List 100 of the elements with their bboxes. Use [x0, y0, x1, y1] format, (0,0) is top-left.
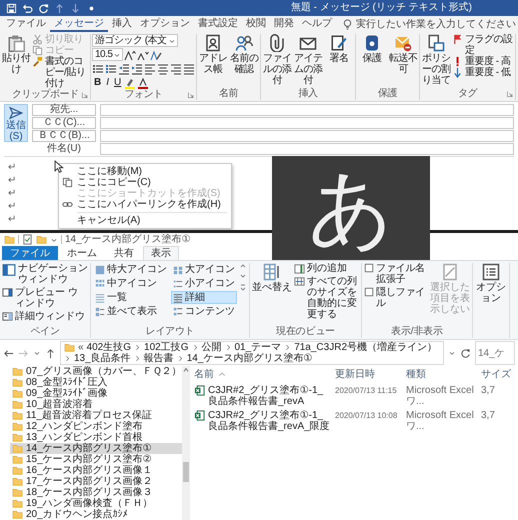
layout-option[interactable]: コンテンツ — [171, 305, 237, 318]
options-button[interactable]: オプション — [475, 263, 507, 304]
breadcrumb[interactable]: 402生技G — [86, 342, 132, 353]
up-arrow-icon[interactable] — [54, 2, 65, 14]
recipient-button[interactable]: ＢＣＣ(B)... — [32, 130, 96, 142]
ribbon-button[interactable]: 詳細ウィンドウ — [2, 311, 88, 322]
folder-item[interactable]: 13_ハンダピンボンド首根 — [10, 432, 182, 443]
scrollbar-thumb[interactable] — [183, 462, 189, 482]
font-name-dropdown[interactable]: 游ゴシック (本文 — [92, 34, 178, 47]
layout-option[interactable]: 特大アイコン — [93, 263, 169, 276]
underline-button[interactable]: U — [112, 76, 124, 88]
menu-item[interactable]: ここにハイパーリンクを作成(H) — [59, 199, 231, 210]
ribbon-button[interactable]: 転送不可 — [388, 34, 418, 75]
layout-option[interactable]: 中アイコン — [93, 277, 169, 290]
ribbon-button[interactable]: 重要度 - 高 — [452, 56, 514, 67]
tab[interactable]: ヘルプ — [298, 16, 336, 32]
save-icon[interactable] — [6, 2, 17, 14]
ribbon-button[interactable]: すべての列のサイズを自動的に変更する — [294, 276, 359, 320]
scrollbar[interactable] — [182, 366, 190, 520]
dialog-launcher-icon[interactable] — [187, 91, 195, 99]
breadcrumb[interactable]: 71a_C3JR2号機（増産ライン） — [294, 342, 437, 353]
ribbon-button[interactable]: 保護 — [357, 34, 387, 64]
ribbon-button[interactable]: 重要度 - 低 — [452, 67, 514, 78]
layout-option[interactable]: 大アイコン — [171, 263, 237, 276]
scroll-up-icon[interactable] — [183, 368, 189, 372]
ribbon-button[interactable]: 列の追加 — [294, 263, 359, 274]
ribbon-button[interactable]: ポリシーの割り当て — [421, 34, 451, 86]
folder-item[interactable]: 11_超音波溶着プロセス保証 — [10, 410, 182, 421]
folder-item[interactable]: 09_金型ｽﾗｲﾄﾞ画像 — [10, 388, 182, 399]
search-field[interactable]: 実行したい作業を入力してください — [342, 16, 518, 32]
layout-option[interactable]: 詳細 — [171, 291, 237, 304]
address-bar[interactable]: « 402生技G 102工技G 公開 01_テーマ 71a_C3JR2号機（増産ライン） 13_良品条件 報告書 14_ケース内部グリス塗布① — [60, 341, 444, 365]
properties-icon[interactable] — [22, 234, 33, 245]
checkbox-label[interactable]: 隠しファイル — [376, 287, 428, 309]
numbering-icon[interactable] — [105, 62, 117, 74]
input-field[interactable] — [100, 130, 514, 142]
breadcrumb[interactable]: 01_テーマ — [234, 342, 282, 353]
redo-icon[interactable] — [38, 2, 49, 14]
tab[interactable]: ホーム — [59, 246, 105, 260]
ribbon-button[interactable]: プレビュー ウィンドウ — [2, 287, 88, 309]
folder-item[interactable]: 10_超音波溶着 — [10, 399, 182, 410]
gallery-scroll-icon[interactable] — [239, 263, 247, 293]
dialog-launcher-icon[interactable] — [506, 90, 514, 98]
up-arrow-icon[interactable] — [45, 348, 56, 358]
down-arrow-icon[interactable] — [70, 2, 81, 14]
ribbon-button[interactable]: ナビゲーションウィンドウ — [2, 263, 88, 285]
indent-icon[interactable] — [131, 62, 143, 74]
dialog-launcher-icon[interactable] — [81, 91, 89, 99]
overflow-chevron[interactable]: « — [78, 342, 84, 353]
tab[interactable]: 挿入 — [108, 16, 136, 32]
column-header[interactable]: 更新日時 — [335, 368, 403, 382]
tab[interactable]: オプション — [136, 16, 194, 32]
bullets-icon[interactable] — [92, 62, 104, 74]
align-right-icon[interactable] — [170, 62, 182, 74]
checkbox-label[interactable]: ファイル名拡張子 — [376, 263, 428, 285]
send-button[interactable]: 送信 (S) — [4, 104, 28, 142]
checkbox[interactable] — [364, 263, 374, 273]
layout-option[interactable]: 一覧 — [93, 291, 169, 304]
caret-icon[interactable] — [33, 349, 41, 357]
search-field[interactable]: 14_ケ — [475, 341, 515, 365]
ribbon-button[interactable]: アドレス帳 — [198, 34, 228, 75]
back-icon[interactable] — [3, 348, 14, 358]
breadcrumb[interactable]: 報告書 — [144, 353, 174, 364]
folder-item[interactable]: 18_ケース内部グリス画像３ — [10, 487, 182, 498]
layout-option[interactable]: 並べて表示 — [93, 305, 169, 318]
tab[interactable]: 校閲 — [242, 16, 270, 32]
breadcrumb[interactable]: 13_良品条件 — [74, 353, 131, 364]
font-size-dropdown[interactable]: 10.5 — [92, 48, 124, 61]
sort-button[interactable]: 並べ替え — [252, 263, 292, 293]
ribbon-button[interactable]: アイテムの添付 — [293, 34, 323, 86]
subject-field[interactable] — [100, 143, 514, 155]
breadcrumb[interactable]: 14_ケース内部グリス塗布① — [186, 353, 312, 364]
file-name[interactable]: C3JR#2_グリス塗布①-1_良品条件報告書_revA — [208, 385, 332, 407]
grow-font-icon[interactable] — [124, 48, 136, 60]
recipient-button[interactable]: 宛先... — [32, 104, 96, 116]
folder-item[interactable]: 15_ケース内部グリス塗布② — [10, 454, 182, 465]
tab[interactable]: 開発 — [270, 16, 298, 32]
column-header[interactable]: 名前 — [194, 368, 332, 382]
ribbon-button[interactable]: 署名 — [324, 34, 354, 64]
folder-item[interactable]: 14_ケース内部グリス塗布① — [10, 443, 182, 454]
outdent-icon[interactable] — [118, 62, 130, 74]
align-center-icon[interactable] — [157, 62, 169, 74]
breadcrumb[interactable]: 公開 — [202, 342, 222, 353]
folder-item[interactable]: 08_金型ｽﾗｲﾄﾞ圧入 — [10, 377, 182, 388]
input-field[interactable] — [100, 117, 514, 129]
ribbon-button[interactable]: フラグの設定 — [452, 34, 514, 56]
refresh-icon[interactable] — [460, 348, 471, 358]
recipient-button[interactable]: ＣＣ(C)... — [32, 117, 96, 129]
tab[interactable]: 表示 — [143, 246, 179, 260]
italic-button[interactable]: I — [104, 76, 112, 88]
ribbon-button[interactable]: 書式のコピー/貼り付け — [32, 56, 89, 89]
folder-item[interactable]: 07_グリス画像（カバー、ＦＱ２） — [10, 366, 182, 377]
menu-item[interactable]: キャンセル(A) — [59, 215, 231, 226]
column-header[interactable]: サイズ — [481, 368, 514, 382]
undo-icon[interactable] — [22, 2, 33, 14]
folder-item[interactable]: 12_ハンダピンボンド塗布 — [10, 421, 182, 432]
caret-icon[interactable] — [448, 349, 456, 357]
text-style-icon[interactable] — [150, 48, 162, 60]
checkbox[interactable] — [364, 287, 374, 297]
breadcrumb[interactable]: 102工技G — [144, 342, 188, 353]
